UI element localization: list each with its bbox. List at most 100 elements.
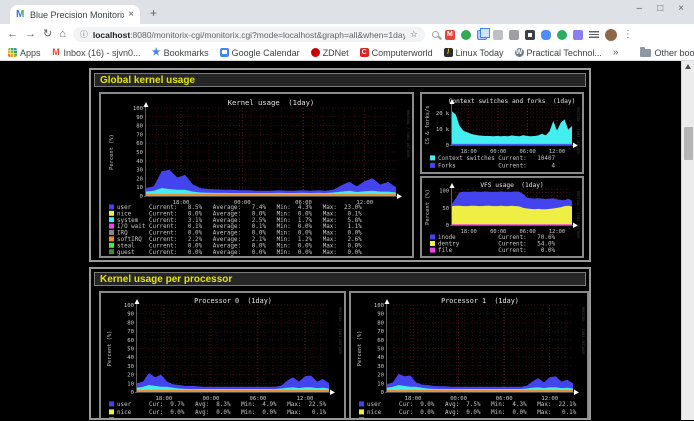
gmail-icon: M xyxy=(52,48,61,57)
svg-text:RRDTOOL / TOBI OETIKER: RRDTOOL / TOBI OETIKER xyxy=(406,110,410,158)
svg-text:Kernel usage (1day): Kernel usage (1day) xyxy=(228,98,315,107)
svg-text:20 k: 20 k xyxy=(436,111,450,117)
svg-text:90: 90 xyxy=(127,312,134,318)
address-bar[interactable]: ⓘ localhost:8080/monitorix-cgi/monitorix… xyxy=(73,27,425,42)
section-title: Kernel usage per processor xyxy=(94,272,586,286)
svg-text:Percent (%): Percent (%) xyxy=(109,134,115,170)
search-icon[interactable] xyxy=(432,31,439,38)
page-info-icon[interactable]: ⓘ xyxy=(80,29,88,40)
bookmark-inbox[interactable]: M Inbox (16) - sjvn0... xyxy=(52,48,141,58)
bookmark-zdnet[interactable]: ZDNet xyxy=(311,48,349,58)
wordpress-icon: W xyxy=(515,48,524,57)
svg-text:RRDTOOL / TOBI OETIKER: RRDTOOL / TOBI OETIKER xyxy=(576,107,580,155)
reload-button[interactable]: ↻ xyxy=(43,29,52,40)
list-icon[interactable] xyxy=(589,31,599,38)
processor-0-graph[interactable]: 010203040506070809010018:0000:0006:0012:… xyxy=(99,291,346,420)
svg-text:user Cur: 9.7% Avg: 8.: user Cur: 9.7% Avg: 8.3% Min: 4.9% Max: … xyxy=(117,402,327,408)
svg-text:20: 20 xyxy=(127,373,134,379)
new-tab-button[interactable]: + xyxy=(150,6,157,20)
url-host: localhost xyxy=(93,30,130,40)
svg-text:70: 70 xyxy=(136,132,143,138)
svg-text:softIRQ Current: 2.2% Ave: softIRQ Current: 2.2% Average: 2.1% Min:… xyxy=(117,237,362,243)
svg-text:Percent (%): Percent (%) xyxy=(357,331,363,367)
svg-text:10: 10 xyxy=(377,381,384,387)
svg-text:50: 50 xyxy=(136,150,143,156)
bookmark-computerworld[interactable]: C Computerworld xyxy=(360,48,433,58)
monitorix-favicon-icon: M xyxy=(16,10,26,20)
apps-grid-icon xyxy=(8,48,17,57)
menu-icon[interactable]: ⋮ xyxy=(623,29,633,40)
blue-app-icon[interactable] xyxy=(541,30,551,40)
section-global-kernel-usage: Global kernel usage 01020304050607080901… xyxy=(89,68,591,262)
svg-text:40: 40 xyxy=(127,355,134,361)
svg-text:20: 20 xyxy=(136,176,143,182)
svg-text:10: 10 xyxy=(136,185,143,191)
copy-icon[interactable] xyxy=(477,30,487,40)
browser-tab[interactable]: M Blue Precision Monitorix × xyxy=(10,5,140,24)
svg-text:file Current: 0: file Current: 0.0% xyxy=(438,248,555,254)
svg-text:30: 30 xyxy=(377,364,384,370)
svg-text:0: 0 xyxy=(381,390,384,396)
svg-text:guest Current: 0.0% Ave: guest Current: 0.0% Average: 0.0% Min: 0… xyxy=(117,250,362,256)
window-minimize-button[interactable]: – xyxy=(637,3,643,14)
bookmark-star-icon[interactable]: ☆ xyxy=(410,29,418,40)
svg-text:0: 0 xyxy=(446,143,449,149)
svg-text:Percent (%): Percent (%) xyxy=(107,331,113,367)
svg-text:50: 50 xyxy=(127,347,134,353)
scrollbar-up-icon[interactable] xyxy=(685,64,691,69)
svg-text:60: 60 xyxy=(136,141,143,147)
dark-app-icon[interactable] xyxy=(525,30,535,40)
scrollbar-thumb[interactable] xyxy=(684,127,693,160)
globe-icon[interactable] xyxy=(461,30,471,40)
speaker-icon[interactable] xyxy=(509,30,519,40)
page-scrollbar[interactable] xyxy=(681,61,694,420)
svg-text:100: 100 xyxy=(124,303,134,309)
svg-text:0: 0 xyxy=(140,194,143,200)
puzzle-icon[interactable] xyxy=(573,30,583,40)
window-maximize-button[interactable]: □ xyxy=(657,3,663,14)
zdnet-icon xyxy=(311,48,320,57)
gmail-icon[interactable]: M xyxy=(445,30,455,40)
gray-app-icon[interactable] xyxy=(493,30,503,40)
calendar-icon xyxy=(220,48,229,57)
svg-text:10 k: 10 k xyxy=(436,127,450,133)
bookmark-google-calendar[interactable]: Google Calendar xyxy=(220,48,300,58)
kernel-usage-graph[interactable]: 010203040506070809010018:0000:0006:0012:… xyxy=(99,92,414,258)
bookmark-apps[interactable]: Apps xyxy=(8,48,41,58)
svg-text:Processor 1 (1day): Processor 1 (1day) xyxy=(441,297,519,305)
svg-text:0: 0 xyxy=(446,223,449,229)
home-button[interactable]: ⌂ xyxy=(59,29,66,40)
svg-text:user Current: 8.5% Ave: user Current: 8.5% Average: 7.4% Min: 4.… xyxy=(117,205,362,211)
linux-today-icon: / xyxy=(444,48,453,57)
vfs-usage-graph[interactable]: 05010018:0000:0006:0012:00VFS usage (1da… xyxy=(420,176,584,258)
tab-close-icon[interactable]: × xyxy=(128,9,134,20)
section-title: Global kernel usage xyxy=(94,73,586,87)
bookmarks-overflow-button[interactable]: » xyxy=(613,47,619,58)
green-app-icon[interactable] xyxy=(557,30,567,40)
context-switches-graph[interactable]: 010 k20 k18:0000:0006:0012:00Context swi… xyxy=(420,92,584,174)
svg-text:VFS usage (1day): VFS usage (1day) xyxy=(480,182,543,189)
svg-text:RRDTOOL / TOBI OETIKER: RRDTOOL / TOBI OETIKER xyxy=(576,191,580,239)
section-kernel-usage-per-processor: Kernel usage per processor 0 10 20 30 40 50 60… xyxy=(89,267,591,420)
bookmarks-bar: Apps M Inbox (16) - sjvn0... ★ Bookmarks… xyxy=(0,45,694,61)
svg-text:nice Cur: 0.0% Avg: 0.: nice Cur: 0.0% Avg: 0.0% Min: 0.0% Max: … xyxy=(367,410,577,416)
svg-text:100: 100 xyxy=(133,106,143,112)
other-bookmarks-button[interactable]: Other bookmarks xyxy=(640,48,694,58)
svg-text:100: 100 xyxy=(439,189,449,195)
svg-text:CS & forks/s: CS & forks/s xyxy=(425,106,431,145)
bookmark-linux-today[interactable]: / Linux Today xyxy=(444,48,504,58)
window-close-button[interactable]: × xyxy=(678,3,684,14)
processor-1-graph[interactable]: 010203040506070809010018:0000:0006:0012:… xyxy=(349,291,589,420)
svg-text:dentry Current: 54: dentry Current: 54.0% xyxy=(438,242,555,248)
svg-text:Processor 0 (1day): Processor 0 (1day) xyxy=(194,297,272,305)
svg-text:60: 60 xyxy=(377,338,384,344)
svg-text:70: 70 xyxy=(377,329,384,335)
bookmark-bookmarks[interactable]: ★ Bookmarks xyxy=(152,48,209,58)
forward-button[interactable]: → xyxy=(25,29,36,40)
back-button[interactable]: ← xyxy=(7,29,18,40)
avatar[interactable] xyxy=(605,29,617,41)
svg-text:00:00: 00:00 xyxy=(490,149,506,155)
bookmark-practical-technology[interactable]: W Practical Technol... xyxy=(515,48,602,58)
svg-text:80: 80 xyxy=(127,320,134,326)
svg-text:90: 90 xyxy=(377,312,384,318)
